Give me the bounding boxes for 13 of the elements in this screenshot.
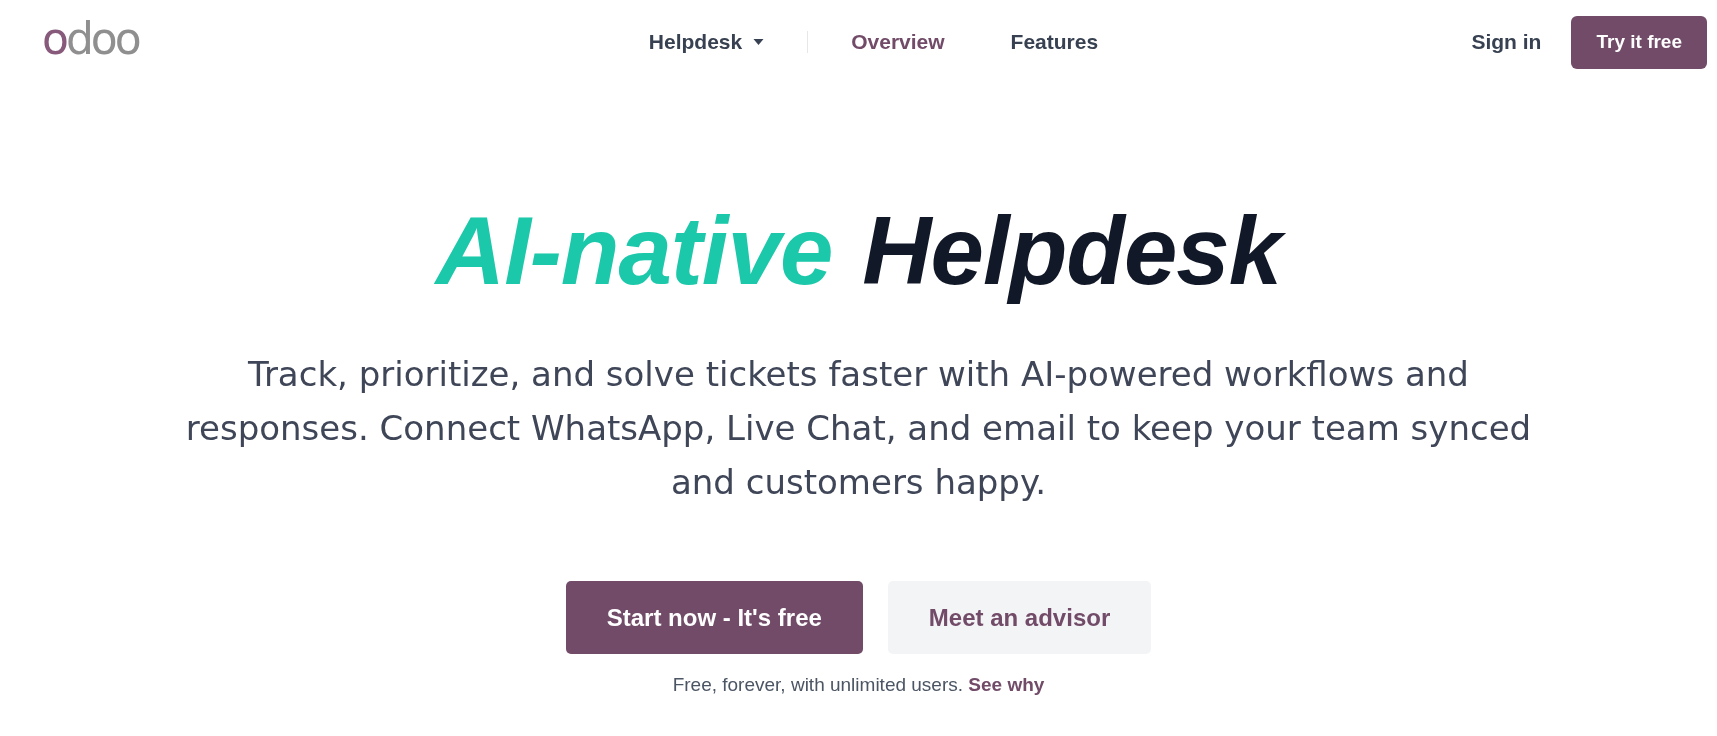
try-it-free-button[interactable]: Try it free bbox=[1571, 15, 1707, 69]
advisor-button[interactable]: Meet an advisor bbox=[887, 581, 1152, 654]
logo[interactable]: odoo bbox=[42, 17, 139, 67]
hero-description: Track, prioritize, and solve tickets faster with AI-powered workflows and responses. Connect WhatsApp, Live Chat, and email to keep your team synced and customers happy. bbox=[184, 353, 1533, 504]
start-now-button[interactable]: Start now - It's free bbox=[565, 581, 863, 654]
nav-link[interactable]: Features bbox=[977, 30, 1132, 54]
nav-dropdown[interactable]: Helpdesk bbox=[615, 30, 798, 54]
free-note: Free, forever, with unlimited users. See why bbox=[672, 673, 1045, 697]
see-why-link[interactable]: See why bbox=[968, 674, 1045, 695]
hero-title: AI-native Helpdesk bbox=[411, 188, 1306, 313]
sign-in-link[interactable]: Sign in bbox=[1471, 30, 1542, 54]
nav-link[interactable]: Overview bbox=[818, 30, 978, 54]
caret-icon bbox=[753, 39, 765, 45]
